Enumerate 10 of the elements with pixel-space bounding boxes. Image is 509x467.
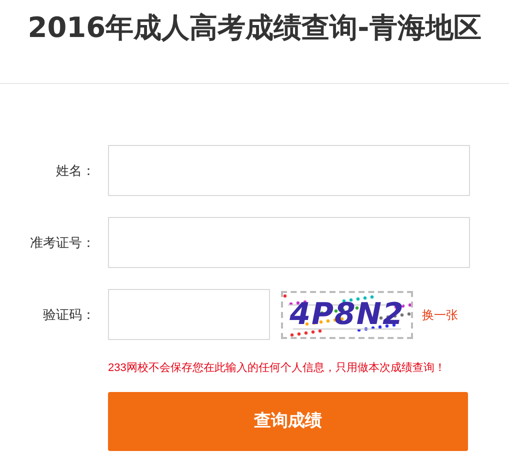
field-label: 准考证号： [29,234,95,252]
input-field[interactable] [108,217,470,268]
query-button[interactable]: 查询成绩 [108,392,468,450]
captcha-field[interactable] [108,289,270,340]
field-label: 姓名： [55,162,95,180]
page-title: 2016年成人高考成绩查询-青海地区 [28,10,482,46]
refresh-captcha-link[interactable]: 换一张 [422,306,458,324]
field-label: 验证码： [42,306,95,324]
input-field[interactable] [108,145,470,196]
privacy-notice: 233网校不会保存您在此输入的任何个人信息，只用做本次成绩查询！ [108,361,446,376]
